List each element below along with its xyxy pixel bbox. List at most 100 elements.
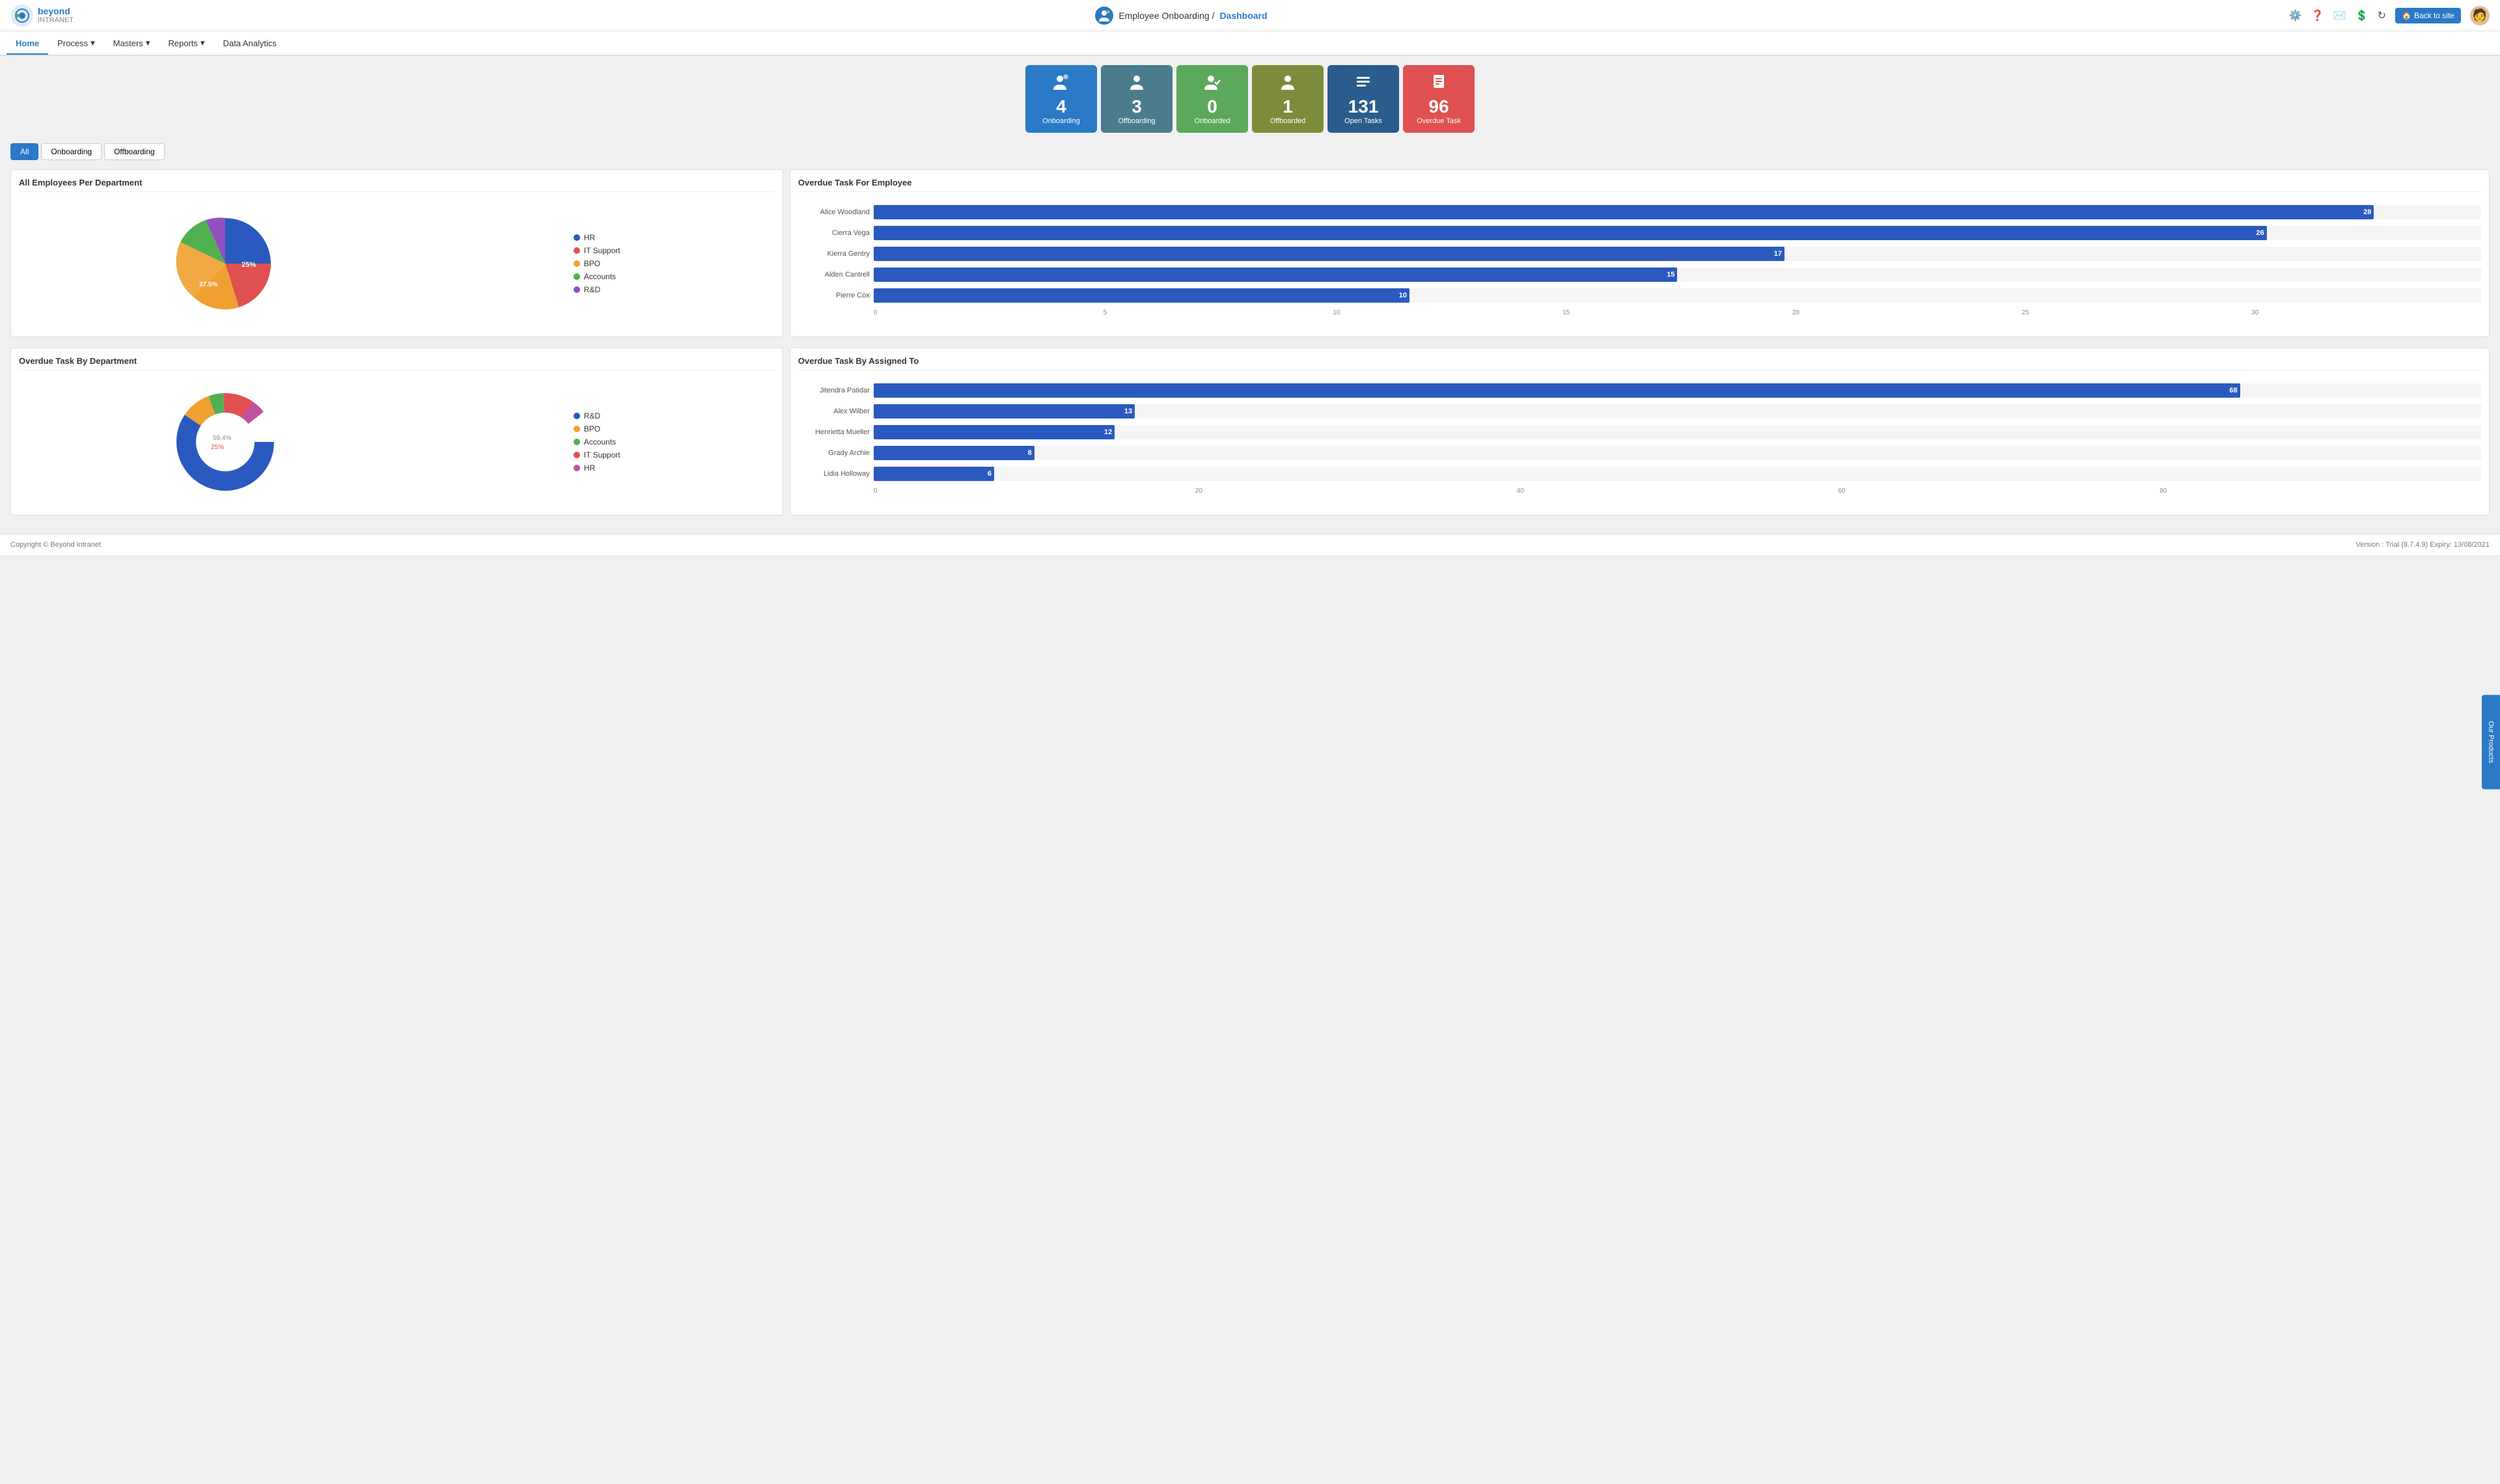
bar-track: 13 — [874, 404, 2481, 419]
bar-fill: 17 — [874, 247, 1785, 261]
bar-track: 26 — [874, 226, 2481, 240]
bar-label: Pierre Cox — [798, 292, 870, 299]
nav-bar: Home Process ▾ Masters ▾ Reports ▾ Data … — [0, 31, 2500, 56]
bar-label: Alice Woodland — [798, 208, 870, 216]
offboarded-count: 1 — [1265, 98, 1311, 116]
bar-label: Alden Cantrell — [798, 271, 870, 279]
onboarded-count: 0 — [1189, 98, 1235, 116]
dept-overdue-legend: R&D BPO Accounts IT Support HR — [574, 411, 620, 473]
our-products-tab[interactable]: Our Products — [2482, 695, 2500, 790]
dept-pie-title: All Employees Per Department — [19, 178, 775, 192]
dept-overdue-chart: 59.4% 25% — [173, 390, 277, 494]
overdue-tasks-card[interactable]: 96 Overdue Task — [1403, 65, 1475, 133]
bar-row: Cierra Vega 26 — [798, 226, 2481, 240]
onboarding-label: Onboarding — [1038, 117, 1084, 125]
bar-row: Henrietta Mueller 12 — [798, 425, 2481, 439]
dashboard-row-2: Overdue Task By Department 59.4% 25% R&D — [0, 342, 2500, 521]
back-to-site-button[interactable]: 🏠 Back to site — [2395, 8, 2461, 23]
back-icon: 🏠 — [2402, 11, 2411, 20]
assigned-panel: Overdue Task By Assigned To Jitendra Pat… — [790, 348, 2490, 515]
filter-all[interactable]: All — [10, 143, 38, 160]
bar-row: Grady Archie 8 — [798, 446, 2481, 460]
help-button[interactable]: ❓ — [2311, 9, 2324, 22]
overdue-employee-panel: Overdue Task For Employee Alice Woodland… — [790, 169, 2490, 337]
onboarding-count: 4 — [1038, 98, 1084, 116]
bar-row: Alex Wilber 13 — [798, 404, 2481, 419]
filter-row: All Onboarding Offboarding — [0, 139, 2500, 164]
bar-fill: 12 — [874, 425, 1115, 439]
billing-button[interactable]: 💲 — [2355, 9, 2368, 22]
svg-text:59.4%: 59.4% — [213, 435, 231, 442]
bar-track: 28 — [874, 205, 2481, 219]
bar-row: Lidia Holloway 6 — [798, 467, 2481, 481]
offboarding-icon — [1114, 73, 1160, 95]
bar-fill: 10 — [874, 288, 1410, 303]
page-footer: Copyright © Beyond Intranet Version : Tr… — [0, 534, 2500, 555]
onboarding-icon: + — [1038, 73, 1084, 95]
onboarding-card[interactable]: + 4 Onboarding — [1025, 65, 1097, 133]
overdue-tasks-count: 96 — [1416, 98, 1462, 116]
open-tasks-card[interactable]: 131 Open Tasks — [1327, 65, 1399, 133]
bar-label: Kierra Gentry — [798, 250, 870, 258]
header-breadcrumb: + Employee Onboarding / Dashboard — [1095, 7, 1267, 25]
onboarded-icon — [1189, 73, 1235, 95]
filter-onboarding[interactable]: Onboarding — [41, 143, 102, 160]
bar-label: Jitendra Patidar — [798, 387, 870, 394]
logo-area: beyond INTRANET — [10, 4, 74, 27]
bar-fill: 8 — [874, 446, 1035, 460]
bar-row: Pierre Cox 10 — [798, 288, 2481, 303]
svg-text:25%: 25% — [211, 444, 224, 451]
offboarded-card[interactable]: 1 Offboarded — [1252, 65, 1324, 133]
offboarding-count: 3 — [1114, 98, 1160, 116]
offboarding-card[interactable]: 3 Offboarding — [1101, 65, 1173, 133]
overdue-employee-bars: Alice Woodland 28 Cierra Vega 26 Kierra … — [798, 199, 2481, 303]
bar-row: Alice Woodland 28 — [798, 205, 2481, 219]
nav-process[interactable]: Process ▾ — [48, 33, 104, 55]
overdue-employee-title: Overdue Task For Employee — [798, 178, 2481, 192]
filter-offboarding[interactable]: Offboarding — [104, 143, 165, 160]
header-actions: ⚙️ ❓ ✉️ 💲 ↻ 🏠 Back to site 🧑 — [2289, 6, 2490, 25]
svg-text:25%: 25% — [242, 261, 256, 269]
refresh-button[interactable]: ↻ — [2378, 9, 2386, 22]
bar-fill: 6 — [874, 467, 994, 481]
svg-text:37.5%: 37.5% — [199, 281, 217, 288]
nav-masters[interactable]: Masters ▾ — [104, 33, 160, 55]
open-tasks-count: 131 — [1340, 98, 1386, 116]
onboarded-label: Onboarded — [1189, 117, 1235, 125]
dept-pie-container: 25% 37.5% HR IT Support BPO Accounts R&D — [19, 199, 775, 329]
footer-version: Version : Trial (8.7.4.9) Expiry: 13/08/… — [2356, 541, 2490, 549]
bar-fill: 13 — [874, 404, 1135, 419]
nav-home[interactable]: Home — [7, 33, 48, 55]
svg-text:+: + — [1064, 76, 1067, 80]
header-page-icon: + — [1095, 7, 1113, 25]
dept-overdue-panel: Overdue Task By Department 59.4% 25% R&D — [10, 348, 783, 515]
offboarded-icon — [1265, 73, 1311, 95]
mail-button[interactable]: ✉️ — [2333, 9, 2346, 22]
bar-track: 6 — [874, 467, 2481, 481]
settings-button[interactable]: ⚙️ — [2289, 9, 2302, 22]
onboarded-card[interactable]: 0 Onboarded — [1176, 65, 1248, 133]
nav-data-analytics[interactable]: Data Analytics — [214, 33, 285, 55]
bar-label: Alex Wilber — [798, 407, 870, 415]
bar-fill: 68 — [874, 383, 2240, 398]
bar-row: Kierra Gentry 17 — [798, 247, 2481, 261]
bar-track: 17 — [874, 247, 2481, 261]
nav-reports[interactable]: Reports ▾ — [159, 33, 214, 55]
assigned-bars: Jitendra Patidar 68 Alex Wilber 13 Henri… — [798, 377, 2481, 481]
breadcrumb-prefix: Employee Onboarding / — [1118, 10, 1214, 21]
bar-track: 8 — [874, 446, 2481, 460]
open-tasks-label: Open Tasks — [1340, 117, 1386, 125]
bar-fill: 28 — [874, 205, 2374, 219]
dept-overdue-container: 59.4% 25% R&D BPO Accounts IT Support HR — [19, 377, 775, 507]
bar-label: Cierra Vega — [798, 229, 870, 237]
process-dropdown-icon: ▾ — [90, 38, 95, 48]
bar-fill: 26 — [874, 226, 2267, 240]
overdue-employee-axis: 051015202530 — [874, 309, 2481, 316]
offboarding-label: Offboarding — [1114, 117, 1160, 125]
assigned-axis: 020406080 — [874, 488, 2481, 495]
avatar[interactable]: 🧑 — [2470, 6, 2490, 25]
top-header: beyond INTRANET + Employee Onboarding / … — [0, 0, 2500, 31]
overdue-tasks-icon — [1416, 73, 1462, 95]
bar-row: Jitendra Patidar 68 — [798, 383, 2481, 398]
breadcrumb-link[interactable]: Dashboard — [1219, 10, 1267, 21]
